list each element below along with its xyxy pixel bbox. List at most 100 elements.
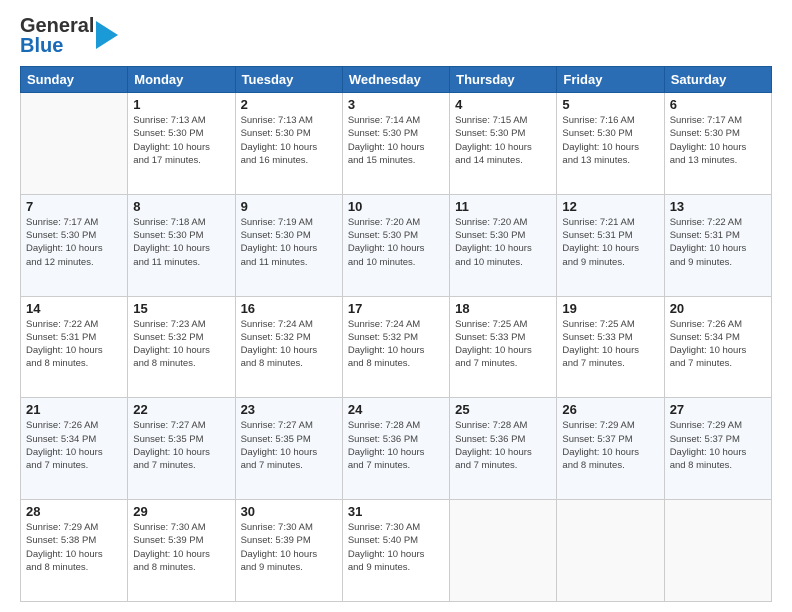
calendar-cell: 29 Sunrise: 7:30 AMSunset: 5:39 PMDayligh… <box>128 500 235 602</box>
cell-info: Sunrise: 7:16 AMSunset: 5:30 PMDaylight:… <box>562 114 658 167</box>
cell-info: Sunrise: 7:27 AMSunset: 5:35 PMDaylight:… <box>133 419 229 472</box>
cell-info: Sunrise: 7:27 AMSunset: 5:35 PMDaylight:… <box>241 419 337 472</box>
cell-info: Sunrise: 7:30 AMSunset: 5:39 PMDaylight:… <box>133 521 229 574</box>
cell-day-number: 14 <box>26 301 122 316</box>
cell-info: Sunrise: 7:29 AMSunset: 5:38 PMDaylight:… <box>26 521 122 574</box>
day-header-saturday: Saturday <box>664 67 771 93</box>
calendar-cell: 13Sunrise: 7:22 AMSunset: 5:31 PMDayligh… <box>664 194 771 296</box>
cell-info: Sunrise: 7:14 AMSunset: 5:30 PMDaylight:… <box>348 114 444 167</box>
day-header-monday: Monday <box>128 67 235 93</box>
calendar-cell: 5 Sunrise: 7:16 AMSunset: 5:30 PMDaylight… <box>557 93 664 195</box>
calendar-cell: 4Sunrise: 7:15 AMSunset: 5:30 PMDaylight… <box>450 93 557 195</box>
cell-day-number: 8 <box>133 199 229 214</box>
cell-info: Sunrise: 7:17 AMSunset: 5:30 PMDaylight:… <box>670 114 766 167</box>
cell-day-number: 30 <box>241 504 337 519</box>
cell-info: Sunrise: 7:13 AMSunset: 5:30 PMDaylight:… <box>241 114 337 167</box>
cell-info: Sunrise: 7:30 AMSunset: 5:40 PMDaylight:… <box>348 521 444 574</box>
cell-day-number: 5 <box>562 97 658 112</box>
day-header-thursday: Thursday <box>450 67 557 93</box>
cell-info: Sunrise: 7:25 AMSunset: 5:33 PMDaylight:… <box>562 318 658 371</box>
cell-day-number: 7 <box>26 199 122 214</box>
cell-day-number: 24 <box>348 402 444 417</box>
cell-info: Sunrise: 7:29 AMSunset: 5:37 PMDaylight:… <box>562 419 658 472</box>
cell-info: Sunrise: 7:19 AMSunset: 5:30 PMDaylight:… <box>241 216 337 269</box>
calendar-week-row: 14 Sunrise: 7:22 AMSunset: 5:31 PMDayligh… <box>21 296 772 398</box>
calendar-cell: 14 Sunrise: 7:22 AMSunset: 5:31 PMDayligh… <box>21 296 128 398</box>
cell-day-number: 13 <box>670 199 766 214</box>
day-header-wednesday: Wednesday <box>342 67 449 93</box>
logo-blue: Blue <box>20 36 94 56</box>
cell-day-number: 11 <box>455 199 551 214</box>
cell-info: Sunrise: 7:20 AMSunset: 5:30 PMDaylight:… <box>455 216 551 269</box>
cell-day-number: 2 <box>241 97 337 112</box>
cell-info: Sunrise: 7:21 AMSunset: 5:31 PMDaylight:… <box>562 216 658 269</box>
calendar-cell: 27 Sunrise: 7:29 AMSunset: 5:37 PMDayligh… <box>664 398 771 500</box>
cell-info: Sunrise: 7:20 AMSunset: 5:30 PMDaylight:… <box>348 216 444 269</box>
cell-day-number: 3 <box>348 97 444 112</box>
cell-info: Sunrise: 7:22 AMSunset: 5:31 PMDaylight:… <box>26 318 122 371</box>
calendar-week-row: 1 Sunrise: 7:13 AMSunset: 5:30 PMDaylight… <box>21 93 772 195</box>
calendar-cell <box>450 500 557 602</box>
cell-info: Sunrise: 7:30 AMSunset: 5:39 PMDaylight:… <box>241 521 337 574</box>
cell-day-number: 21 <box>26 402 122 417</box>
calendar-cell: 1 Sunrise: 7:13 AMSunset: 5:30 PMDaylight… <box>128 93 235 195</box>
cell-day-number: 1 <box>133 97 229 112</box>
cell-day-number: 19 <box>562 301 658 316</box>
calendar-cell: 22 Sunrise: 7:27 AMSunset: 5:35 PMDayligh… <box>128 398 235 500</box>
calendar-cell: 18 Sunrise: 7:25 AMSunset: 5:33 PMDayligh… <box>450 296 557 398</box>
cell-info: Sunrise: 7:26 AMSunset: 5:34 PMDaylight:… <box>26 419 122 472</box>
calendar-cell: 15Sunrise: 7:23 AMSunset: 5:32 PMDayligh… <box>128 296 235 398</box>
cell-info: Sunrise: 7:29 AMSunset: 5:37 PMDaylight:… <box>670 419 766 472</box>
calendar-cell: 6Sunrise: 7:17 AMSunset: 5:30 PMDaylight… <box>664 93 771 195</box>
day-header-friday: Friday <box>557 67 664 93</box>
day-header-sunday: Sunday <box>21 67 128 93</box>
calendar-week-row: 7 Sunrise: 7:17 AMSunset: 5:30 PMDaylight… <box>21 194 772 296</box>
calendar-cell: 17 Sunrise: 7:24 AMSunset: 5:32 PMDayligh… <box>342 296 449 398</box>
logo-general: General <box>20 16 94 36</box>
calendar-cell <box>664 500 771 602</box>
cell-info: Sunrise: 7:18 AMSunset: 5:30 PMDaylight:… <box>133 216 229 269</box>
cell-info: Sunrise: 7:25 AMSunset: 5:33 PMDaylight:… <box>455 318 551 371</box>
cell-info: Sunrise: 7:13 AMSunset: 5:30 PMDaylight:… <box>133 114 229 167</box>
cell-day-number: 17 <box>348 301 444 316</box>
calendar-cell <box>21 93 128 195</box>
cell-day-number: 20 <box>670 301 766 316</box>
calendar-cell: 19 Sunrise: 7:25 AMSunset: 5:33 PMDayligh… <box>557 296 664 398</box>
calendar-cell: 9 Sunrise: 7:19 AMSunset: 5:30 PMDaylight… <box>235 194 342 296</box>
calendar-cell: 8 Sunrise: 7:18 AMSunset: 5:30 PMDaylight… <box>128 194 235 296</box>
calendar-week-row: 28 Sunrise: 7:29 AMSunset: 5:38 PMDayligh… <box>21 500 772 602</box>
cell-day-number: 9 <box>241 199 337 214</box>
cell-day-number: 10 <box>348 199 444 214</box>
cell-info: Sunrise: 7:26 AMSunset: 5:34 PMDaylight:… <box>670 318 766 371</box>
calendar-cell: 26Sunrise: 7:29 AMSunset: 5:37 PMDayligh… <box>557 398 664 500</box>
calendar-cell: 25 Sunrise: 7:28 AMSunset: 5:36 PMDayligh… <box>450 398 557 500</box>
calendar-cell: 23Sunrise: 7:27 AMSunset: 5:35 PMDayligh… <box>235 398 342 500</box>
cell-day-number: 28 <box>26 504 122 519</box>
cell-day-number: 15 <box>133 301 229 316</box>
calendar-cell <box>557 500 664 602</box>
calendar-cell: 31Sunrise: 7:30 AMSunset: 5:40 PMDayligh… <box>342 500 449 602</box>
cell-info: Sunrise: 7:24 AMSunset: 5:32 PMDaylight:… <box>241 318 337 371</box>
cell-day-number: 18 <box>455 301 551 316</box>
calendar-cell: 11 Sunrise: 7:20 AMSunset: 5:30 PMDayligh… <box>450 194 557 296</box>
calendar-cell: 7 Sunrise: 7:17 AMSunset: 5:30 PMDaylight… <box>21 194 128 296</box>
cell-day-number: 27 <box>670 402 766 417</box>
header: General Blue <box>20 16 772 56</box>
calendar-header-row: SundayMondayTuesdayWednesdayThursdayFrid… <box>21 67 772 93</box>
cell-info: Sunrise: 7:28 AMSunset: 5:36 PMDaylight:… <box>348 419 444 472</box>
logo-arrow-icon <box>96 21 118 54</box>
cell-day-number: 22 <box>133 402 229 417</box>
page: General Blue SundayMondayTuesdayWednesda… <box>0 0 792 612</box>
cell-day-number: 16 <box>241 301 337 316</box>
calendar-cell: 2 Sunrise: 7:13 AMSunset: 5:30 PMDaylight… <box>235 93 342 195</box>
cell-day-number: 4 <box>455 97 551 112</box>
cell-day-number: 25 <box>455 402 551 417</box>
calendar-cell: 16 Sunrise: 7:24 AMSunset: 5:32 PMDayligh… <box>235 296 342 398</box>
cell-info: Sunrise: 7:28 AMSunset: 5:36 PMDaylight:… <box>455 419 551 472</box>
calendar-cell: 24 Sunrise: 7:28 AMSunset: 5:36 PMDayligh… <box>342 398 449 500</box>
cell-info: Sunrise: 7:24 AMSunset: 5:32 PMDaylight:… <box>348 318 444 371</box>
cell-day-number: 29 <box>133 504 229 519</box>
cell-info: Sunrise: 7:17 AMSunset: 5:30 PMDaylight:… <box>26 216 122 269</box>
calendar-table: SundayMondayTuesdayWednesdayThursdayFrid… <box>20 66 772 602</box>
calendar-cell: 10 Sunrise: 7:20 AMSunset: 5:30 PMDayligh… <box>342 194 449 296</box>
